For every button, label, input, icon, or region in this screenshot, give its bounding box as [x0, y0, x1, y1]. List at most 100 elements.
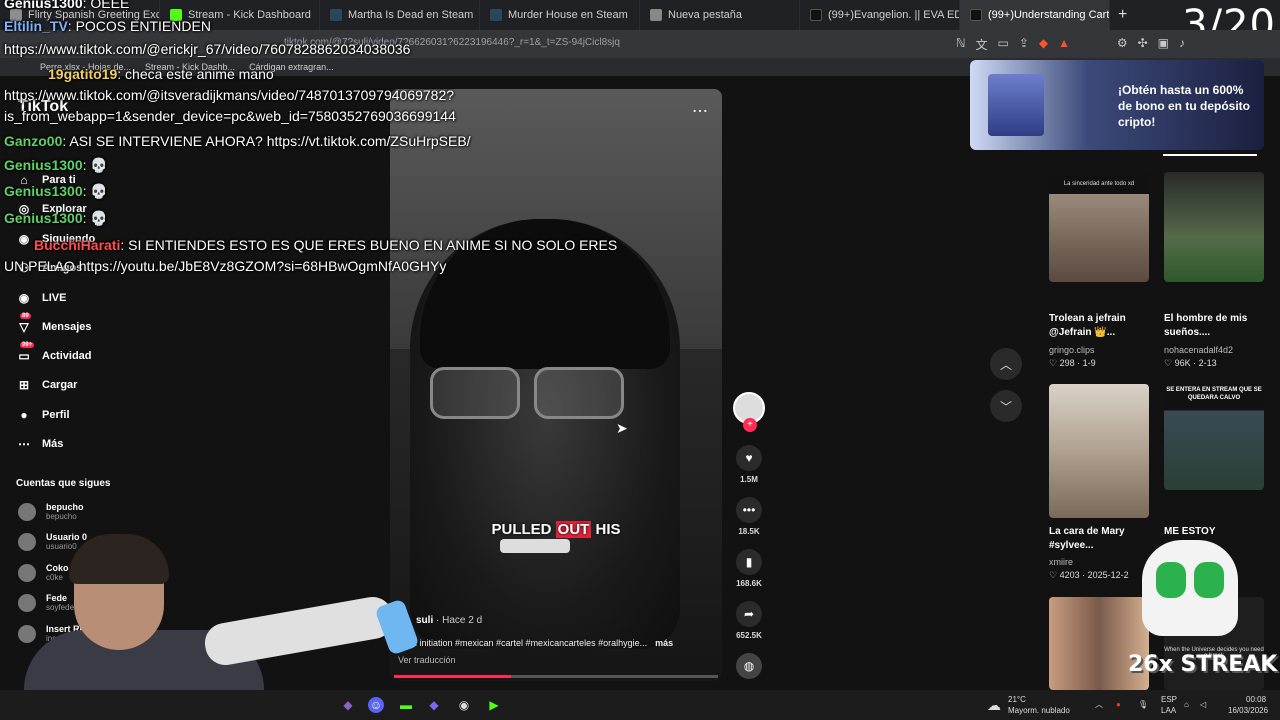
puzzle-icon[interactable]: ✣ [1138, 36, 1148, 50]
related-video-title[interactable]: ME ESTOY [1164, 525, 1274, 539]
nav-profile[interactable]: ● Perfil [16, 407, 70, 423]
upload-icon: ⊞ [18, 378, 30, 392]
related-video-user[interactable]: nohacenadalf4d2 [1164, 345, 1233, 355]
thumb-text: La sinceridad ante todo xd [1063, 181, 1135, 187]
next-video-button[interactable]: ﹀ [990, 390, 1022, 422]
tab-title: (99+)Understanding Cartel In [988, 9, 1110, 21]
activity-icon: ▭ 99+ [16, 342, 35, 364]
description-text: el initiation #mexican #cartel #mexicanc… [410, 638, 648, 648]
nav-label: LIVE [42, 292, 67, 304]
related-video-title[interactable]: Trolean a jefrain @Jefrain 👑... [1049, 312, 1159, 340]
extension-icon[interactable]: ⚙ [1117, 36, 1128, 50]
related-video-user[interactable]: xmiire [1049, 557, 1073, 567]
comment-button[interactable]: ••• 18.5K [733, 497, 765, 536]
mouse-cursor-icon: ➤ [616, 420, 628, 436]
tray-expand-icon[interactable]: ︿ [1095, 700, 1103, 710]
like-button[interactable]: ♥ 1.5M [733, 445, 765, 484]
weather-desc: Mayorm. nublado [1008, 706, 1070, 715]
weather-temp: 21°C [1008, 695, 1026, 704]
chat-text: : SI ENTIENDES ESTO ES QUE ERES BUENO EN… [120, 237, 618, 253]
related-video-thumb[interactable]: SE ENTERA EN STREAM QUE SE QUEDARA CALVO [1164, 384, 1264, 490]
related-video-thumb[interactable] [1164, 172, 1264, 282]
progress-fill [394, 675, 511, 678]
chat-user: Eltilin_TV [4, 18, 68, 34]
ad-text: ¡Obtén hasta un 600% de bono en tu depós… [1118, 83, 1250, 129]
skull-emote-icon: 💀 [90, 210, 108, 226]
post-age: · Hace 2 d [436, 615, 483, 626]
keyboard-layout[interactable]: LAA [1161, 706, 1176, 716]
tab-title: (99+)Evangelion. || EVA EDIT #evan [828, 9, 959, 21]
video-progress-bar[interactable] [394, 675, 718, 678]
creator-avatar-button[interactable]: + [733, 392, 765, 432]
related-video-title[interactable]: El hombre de mis sueños.... [1164, 312, 1274, 340]
nav-label: Más [42, 438, 64, 450]
account-handle: bepucho [46, 512, 77, 521]
obs-icon[interactable]: ◉ [456, 697, 472, 713]
translate-icon[interactable]: 文 [975, 36, 987, 53]
heart-icon: ♥ [736, 445, 762, 471]
chat-user: Genius1300 [4, 157, 83, 173]
rewards-icon[interactable]: ▲ [1058, 36, 1070, 53]
discord-icon[interactable]: ☺ [368, 697, 384, 713]
music-icon[interactable]: ♪ [1179, 36, 1185, 50]
like-count: 1.5M [740, 475, 758, 484]
video-author[interactable]: suli · Hace 2 d [416, 615, 482, 626]
terminal-icon[interactable]: ▬ [398, 697, 414, 713]
related-video-title[interactable]: La cara de Mary #sylvee... [1049, 525, 1159, 553]
streamer-webcam [14, 530, 420, 690]
related-video-user[interactable]: gringo.clips [1049, 345, 1095, 355]
related-video-thumb[interactable] [1049, 384, 1149, 518]
new-tab-icon[interactable]: + [1118, 6, 1127, 24]
tray-app-icon[interactable]: ● [1116, 700, 1121, 710]
activity-badge: 99+ [20, 342, 35, 348]
nav-live[interactable]: ◉ LIVE [16, 290, 67, 306]
chat-text: is_from_webapp=1&sender_device=pc&web_id… [4, 108, 456, 124]
following-account[interactable]: bepucho bepucho [18, 502, 84, 521]
nav-label: Perfil [42, 409, 70, 421]
crypto-ad-banner[interactable]: ¡Obtén hasta un 600% de bono en tu depós… [970, 60, 1264, 150]
weather-icon[interactable]: ☁ [986, 697, 1002, 713]
clock-date[interactable]: 16/03/2026 [1228, 706, 1268, 716]
previous-video-button[interactable]: ︿ [990, 348, 1022, 380]
more-link[interactable]: más [655, 638, 673, 648]
app-icon[interactable]: ◆ [426, 697, 442, 713]
browser-tab[interactable]: (99+)Evangelion. || EVA EDIT #evan [800, 0, 960, 30]
save-count: 168.6K [736, 579, 762, 588]
bookmark-icon: ▮ [736, 549, 762, 575]
reader-icon[interactable]: ℕ [956, 36, 966, 53]
volume-icon[interactable]: ◁ [1200, 700, 1206, 710]
kick-icon[interactable]: ▶ [486, 697, 502, 713]
lens [430, 367, 520, 419]
save-button[interactable]: ▮ 168.6K [733, 549, 765, 588]
translate-link[interactable]: Ver traducción [398, 655, 456, 665]
chat-text: : [82, 210, 87, 226]
messages-glyph: ▽ [19, 320, 29, 334]
chat-message: Genius1300: 💀 [4, 210, 108, 227]
chat-text: : OEEE [82, 0, 130, 11]
nav-upload[interactable]: ⊞ Cargar [16, 377, 78, 393]
nav-more[interactable]: ⋯ Más [16, 436, 63, 452]
app-icon[interactable]: ◆ [340, 697, 356, 713]
cast-icon[interactable]: ▭ [997, 36, 1008, 53]
chat-message: Eltilin_TV: POCOS ENTIENDEN [4, 18, 211, 34]
chat-text: : POCOS ENTIENDEN [67, 18, 211, 34]
skull-eye [1156, 562, 1186, 598]
brave-shield-icon[interactable]: ◆ [1039, 36, 1048, 53]
nav-messages[interactable]: ▽ 89 Mensajes [16, 313, 92, 335]
nav-activity[interactable]: ▭ 99+ Actividad [16, 342, 92, 364]
chat-message: https://www.tiktok.com/@itsveradijkmans/… [4, 87, 454, 103]
share-button[interactable]: ➦ 652.5K [733, 601, 765, 640]
follow-plus-icon[interactable]: + [743, 418, 757, 432]
related-video-thumb[interactable]: La sinceridad ante todo xd [1049, 172, 1149, 282]
microphone-icon[interactable]: 🎙 [1138, 700, 1148, 710]
network-icon[interactable]: ⌂ [1184, 700, 1189, 710]
clock-time[interactable]: 00:08 [1246, 695, 1266, 705]
sound-button[interactable]: ◍ [733, 653, 765, 679]
nav-label: Cargar [42, 379, 78, 391]
browser-tab-active[interactable]: (99+)Understanding Cartel In✕ [960, 0, 1110, 30]
skull-eye [1194, 562, 1224, 598]
share-icon[interactable]: ⇪ [1019, 36, 1029, 53]
chat-message: Genius1300: 💀 [4, 157, 108, 174]
language-code[interactable]: ESP [1161, 695, 1177, 705]
wallet-icon[interactable]: ▣ [1158, 36, 1169, 50]
